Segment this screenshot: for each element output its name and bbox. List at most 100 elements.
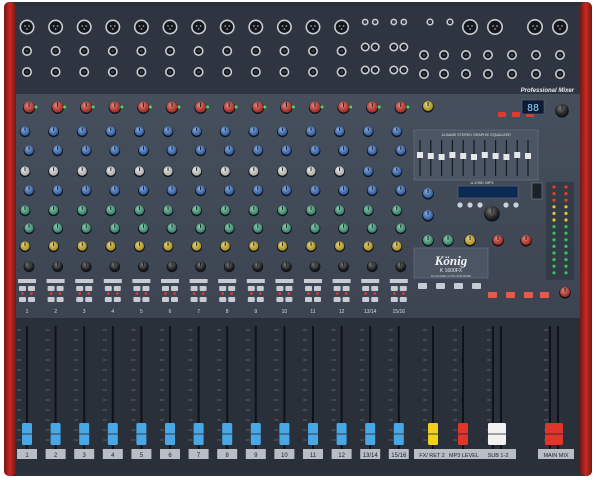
- eq-slider-cap[interactable]: [460, 153, 467, 159]
- aux-knob[interactable]: [23, 223, 35, 235]
- main-assign-button[interactable]: [314, 297, 321, 302]
- pan-knob[interactable]: [281, 261, 292, 273]
- insert-jack[interactable]: [79, 67, 90, 77]
- solo-button[interactable]: [199, 286, 207, 291]
- output-jack[interactable]: [555, 69, 565, 79]
- main-assign-button[interactable]: [399, 297, 407, 302]
- aux-knob[interactable]: [80, 223, 92, 235]
- gain-knob[interactable]: [80, 101, 93, 115]
- insert-jack[interactable]: [279, 67, 290, 77]
- pan-knob[interactable]: [52, 261, 63, 273]
- aux-knob[interactable]: [48, 205, 59, 217]
- eq-slider-cap[interactable]: [492, 153, 499, 159]
- xlr-input-jack[interactable]: [76, 19, 92, 35]
- eq-slider-cap[interactable]: [514, 152, 521, 158]
- line-input-jack[interactable]: [279, 46, 290, 56]
- sub-assign-button[interactable]: [276, 297, 284, 302]
- eq-freq-knob[interactable]: [19, 166, 31, 178]
- pan-knob[interactable]: [252, 261, 264, 273]
- insert-jack[interactable]: [165, 67, 175, 77]
- eq-high-knob[interactable]: [134, 126, 145, 138]
- mute-button[interactable]: [104, 286, 112, 291]
- mute-button[interactable]: [162, 286, 169, 291]
- aux-knob[interactable]: [334, 205, 345, 217]
- eq-mid-knob[interactable]: [338, 145, 349, 157]
- eq-mid-knob[interactable]: [281, 145, 292, 157]
- pan-knob[interactable]: [223, 261, 235, 273]
- output-jack[interactable]: [507, 69, 517, 79]
- main-xlr-output-jack[interactable]: [527, 19, 543, 35]
- aux-knob[interactable]: [252, 223, 264, 235]
- solo-button[interactable]: [171, 286, 178, 291]
- xlr-input-jack[interactable]: [133, 19, 149, 35]
- line-input-jack[interactable]: [50, 46, 61, 56]
- eq-slider-cap[interactable]: [503, 154, 510, 160]
- output-jack[interactable]: [419, 69, 429, 79]
- line-input-jack[interactable]: [250, 46, 261, 56]
- gain-knob[interactable]: [165, 101, 179, 115]
- output-jack[interactable]: [461, 50, 471, 60]
- eq-freq-knob[interactable]: [305, 166, 317, 178]
- eq-freq-knob[interactable]: [48, 166, 59, 178]
- pan-knob[interactable]: [138, 261, 149, 273]
- gain-knob[interactable]: [22, 101, 36, 115]
- eq-slider-cap[interactable]: [427, 153, 434, 159]
- master-select-button[interactable]: [498, 112, 506, 117]
- aux-knob[interactable]: [19, 205, 31, 217]
- stereo-line-jack[interactable]: [360, 65, 370, 75]
- master-switch[interactable]: [540, 292, 549, 298]
- fx-send-knob[interactable]: [162, 241, 174, 253]
- eq-high-knob[interactable]: [334, 126, 345, 138]
- xlr-input-jack[interactable]: [191, 19, 207, 35]
- insert-jack[interactable]: [136, 67, 147, 77]
- eq-low-knob[interactable]: [195, 185, 207, 197]
- eq-slider-cap[interactable]: [525, 153, 531, 159]
- aux-knob[interactable]: [305, 205, 317, 217]
- aux-knob[interactable]: [105, 205, 117, 217]
- line-input-jack[interactable]: [336, 46, 347, 56]
- main-assign-button[interactable]: [171, 297, 178, 302]
- mp3-control-button[interactable]: [513, 202, 519, 208]
- mute-button[interactable]: [362, 286, 370, 291]
- output-jack[interactable]: [555, 50, 565, 60]
- xlr-input-jack[interactable]: [276, 19, 292, 35]
- eq-freq-knob[interactable]: [134, 166, 145, 178]
- solo-button[interactable]: [399, 286, 407, 291]
- eq-high-knob[interactable]: [19, 126, 31, 138]
- line-input-jack[interactable]: [136, 46, 147, 56]
- eq-freq-knob[interactable]: [334, 166, 345, 178]
- fx-send-knob[interactable]: [219, 241, 231, 253]
- solo-button[interactable]: [56, 286, 64, 291]
- master-switch[interactable]: [472, 283, 481, 289]
- mute-button[interactable]: [133, 286, 141, 291]
- sub-assign-button[interactable]: [19, 297, 26, 302]
- solo-button[interactable]: [113, 286, 121, 291]
- gain-knob[interactable]: [337, 101, 350, 115]
- mute-button[interactable]: [333, 286, 341, 291]
- insert-jack[interactable]: [107, 67, 118, 77]
- xlr-input-jack[interactable]: [334, 19, 350, 35]
- main-assign-button[interactable]: [199, 297, 207, 302]
- insert-jack[interactable]: [50, 67, 61, 77]
- eq-mid-knob[interactable]: [23, 145, 35, 157]
- pan-knob[interactable]: [309, 261, 321, 273]
- tape-rca-jack[interactable]: [426, 18, 434, 26]
- gain-knob[interactable]: [223, 101, 236, 115]
- insert-jack[interactable]: [22, 67, 32, 77]
- eq-mid-knob[interactable]: [309, 145, 321, 157]
- pan-knob[interactable]: [395, 261, 407, 273]
- eq-mid-knob[interactable]: [395, 145, 407, 157]
- main-assign-button[interactable]: [142, 297, 150, 302]
- insert-jack[interactable]: [308, 67, 318, 77]
- eq-slider-cap[interactable]: [438, 154, 445, 160]
- eq-low-knob[interactable]: [166, 185, 178, 197]
- sub-assign-button[interactable]: [219, 297, 227, 302]
- eq-mid-knob[interactable]: [166, 145, 178, 157]
- line-input-jack[interactable]: [22, 46, 32, 56]
- aux-knob[interactable]: [166, 223, 178, 235]
- sub-assign-button[interactable]: [247, 297, 255, 302]
- eq-freq-knob[interactable]: [219, 166, 231, 178]
- sub-assign-button[interactable]: [362, 297, 370, 302]
- eq-low-knob[interactable]: [366, 185, 378, 197]
- fx-send-knob[interactable]: [191, 241, 203, 253]
